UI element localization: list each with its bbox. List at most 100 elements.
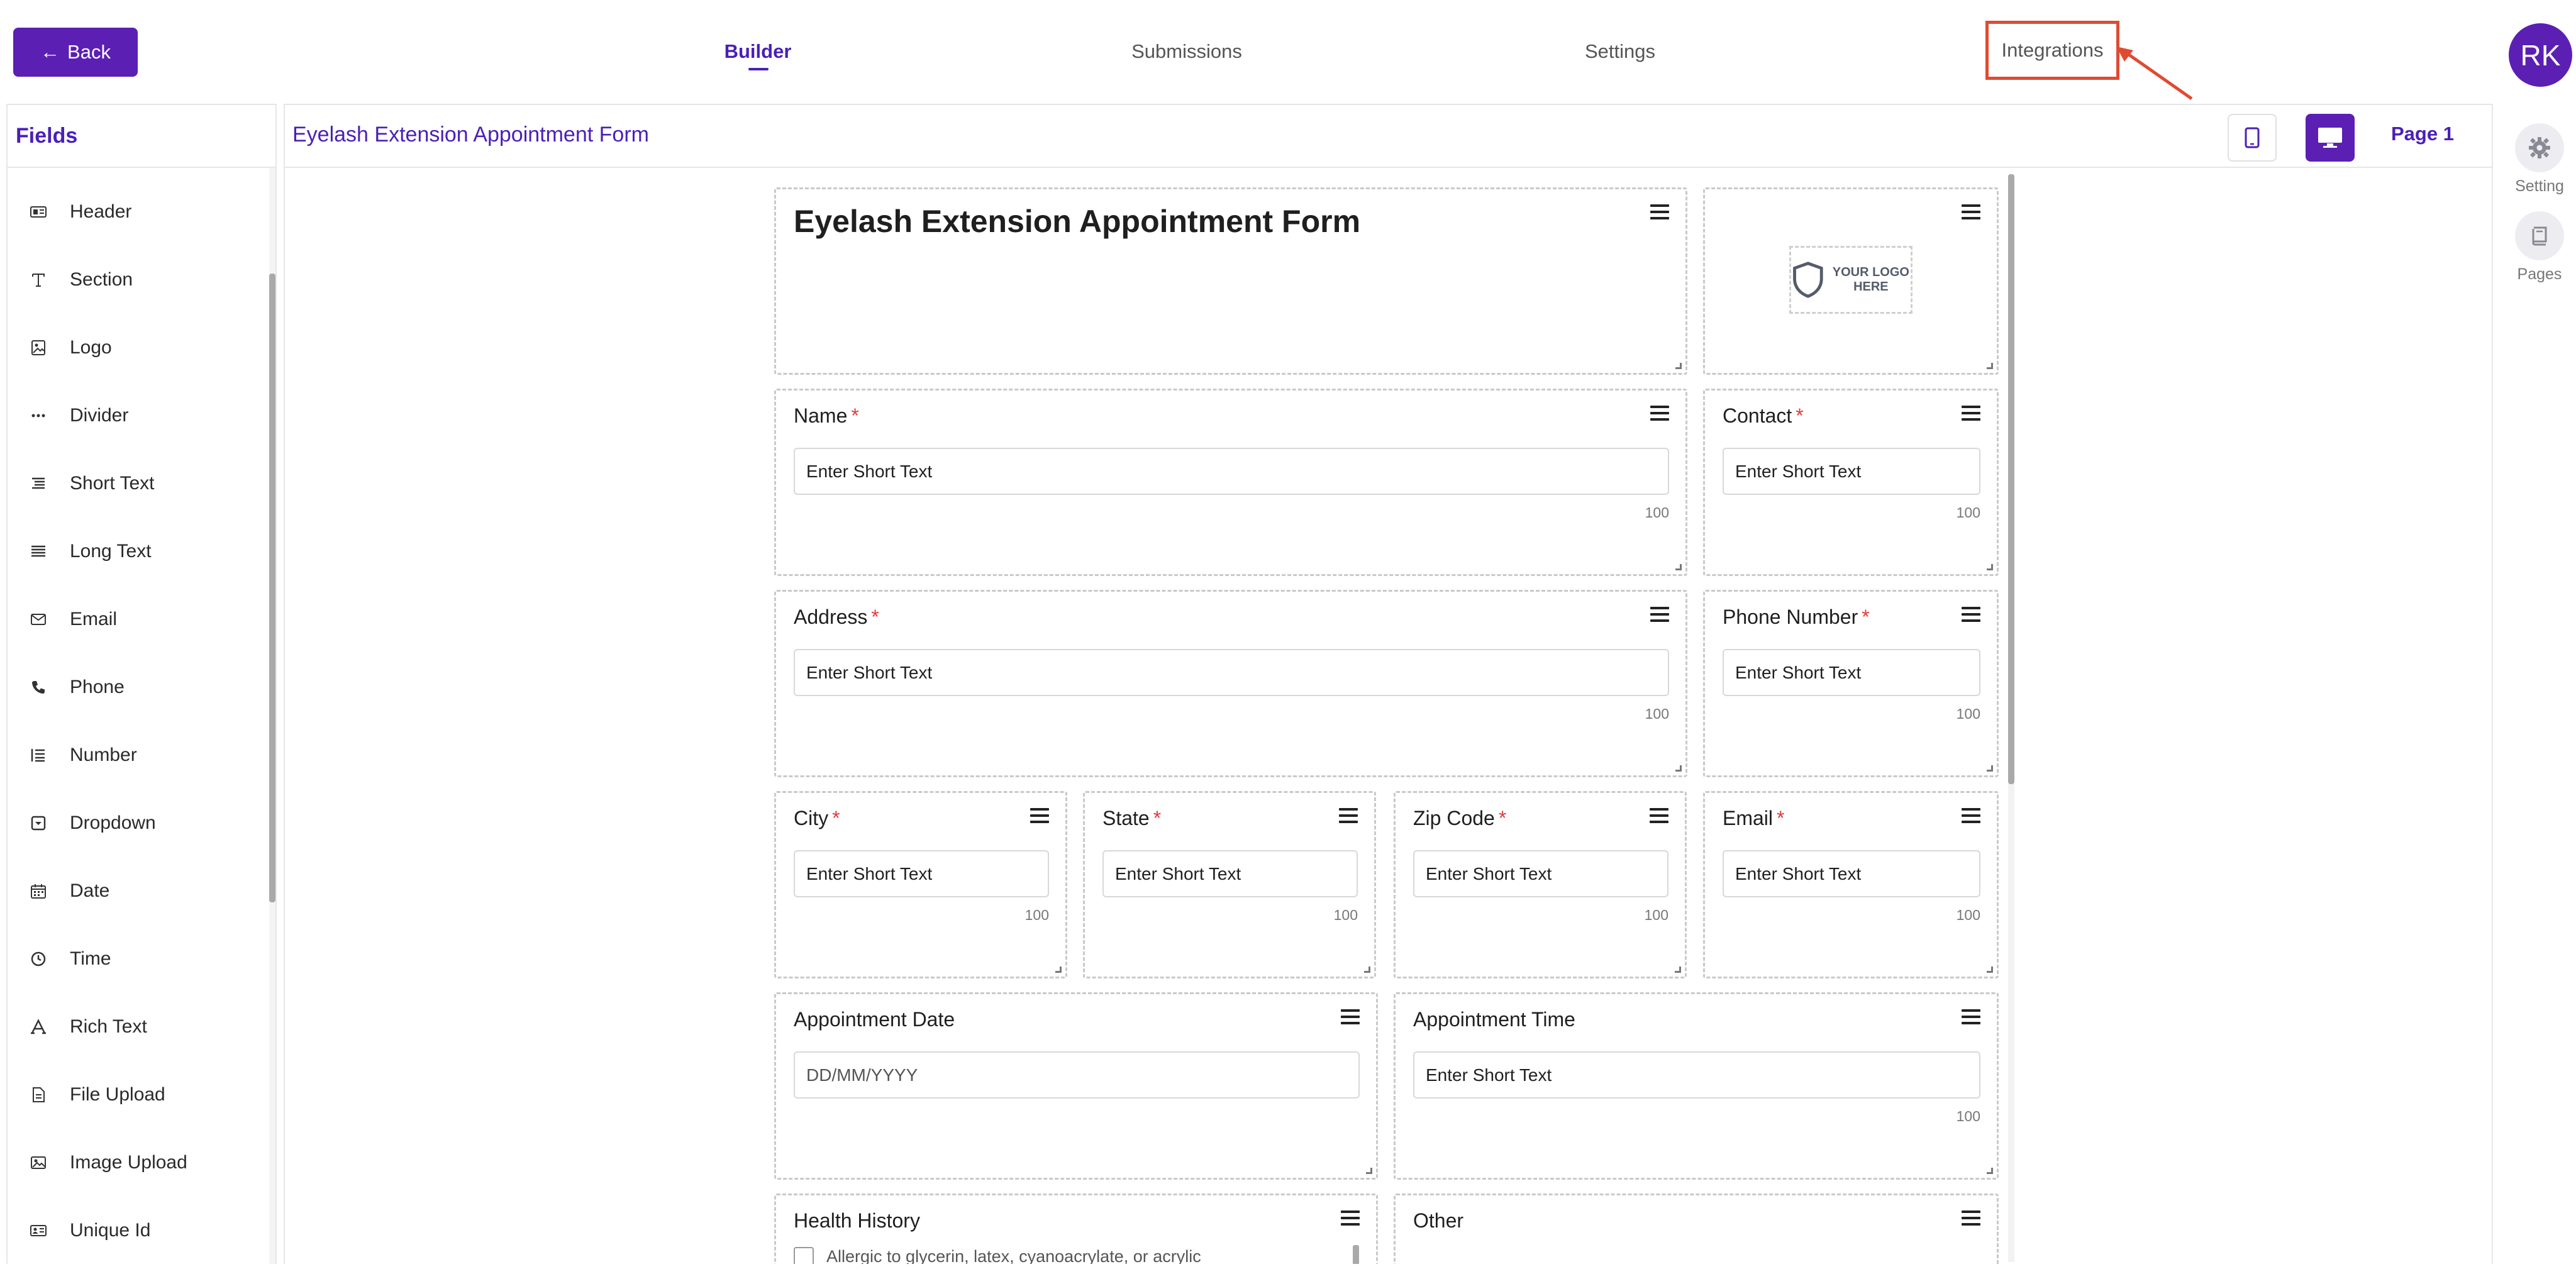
resize-handle[interactable] xyxy=(1675,967,1681,973)
field-item-email[interactable]: Email xyxy=(29,602,117,637)
calendar-icon xyxy=(29,882,48,900)
logo-placeholder-text: YOUR LOGO HERE xyxy=(1832,265,1909,294)
clock-icon xyxy=(29,950,48,968)
phone-icon xyxy=(29,678,48,697)
resize-handle[interactable] xyxy=(1055,967,1062,973)
email-field-card[interactable]: Email * Enter Short Text 100 xyxy=(1703,791,1999,978)
short-text-icon xyxy=(29,474,48,493)
resize-handle[interactable] xyxy=(1675,564,1682,570)
tab-integrations[interactable]: Integrations xyxy=(1985,21,2119,80)
resize-handle[interactable] xyxy=(1366,1168,1372,1174)
pages-rail-button[interactable]: Pages xyxy=(2514,211,2565,284)
drag-handle-icon[interactable] xyxy=(1650,607,1669,623)
page-selector[interactable]: Page 1 xyxy=(2391,123,2454,145)
appointment-date-input[interactable]: DD/MM/YYYY xyxy=(794,1051,1360,1099)
contact-field-card[interactable]: Contact * Enter Short Text 100 xyxy=(1703,389,1999,576)
tablet-view-button[interactable] xyxy=(2228,114,2277,162)
form-name: Eyelash Extension Appointment Form xyxy=(292,123,649,147)
health-history-card[interactable]: Health History Allergic to glycerin, lat… xyxy=(774,1194,1378,1274)
field-item-unique-id[interactable]: Unique Id xyxy=(29,1213,150,1248)
form-title-card[interactable]: Eyelash Extension Appointment Form xyxy=(774,187,1687,375)
field-item-dropdown[interactable]: Dropdown xyxy=(29,806,156,841)
field-item-header[interactable]: Header xyxy=(29,194,131,230)
drag-handle-icon[interactable] xyxy=(1341,1009,1360,1026)
name-field-card[interactable]: Name * Enter Short Text 100 xyxy=(774,389,1687,576)
appointment-time-label: Appointment Time xyxy=(1413,1008,1575,1031)
drag-handle-icon[interactable] xyxy=(1650,406,1669,422)
fields-scrollbar[interactable] xyxy=(269,168,275,1274)
form-scrollbar-thumb[interactable] xyxy=(2008,174,2014,784)
zip-input[interactable]: Enter Short Text xyxy=(1413,850,1668,897)
header-icon xyxy=(29,202,48,221)
tab-builder[interactable]: Builder xyxy=(717,35,799,70)
back-button[interactable]: ← Back xyxy=(13,28,138,77)
field-item-phone[interactable]: Phone xyxy=(29,670,125,705)
city-input[interactable]: Enter Short Text xyxy=(794,850,1049,897)
field-item-number[interactable]: Number xyxy=(29,738,137,773)
contact-input[interactable]: Enter Short Text xyxy=(1723,448,1980,495)
field-item-short-text[interactable]: Short Text xyxy=(29,466,155,501)
drag-handle-icon[interactable] xyxy=(1030,808,1049,824)
logo-card[interactable]: YOUR LOGO HERE xyxy=(1703,187,1999,375)
drag-handle-icon[interactable] xyxy=(1650,808,1668,824)
resize-handle[interactable] xyxy=(1987,1168,1993,1174)
resize-handle[interactable] xyxy=(1364,967,1370,973)
field-item-image-upload[interactable]: Image Upload xyxy=(29,1145,187,1180)
phone-input[interactable]: Enter Short Text xyxy=(1723,649,1980,696)
field-item-rich-text[interactable]: Rich Text xyxy=(29,1009,147,1044)
zip-field-card[interactable]: Zip Code * Enter Short Text 100 xyxy=(1394,791,1687,978)
drag-handle-icon[interactable] xyxy=(1962,1009,1980,1026)
desktop-view-button[interactable] xyxy=(2306,114,2355,162)
resize-handle[interactable] xyxy=(1987,967,1993,973)
fields-panel: Fields Header Section Logo Divider Short… xyxy=(6,104,277,1274)
required-mark: * xyxy=(871,606,879,628)
appointment-time-input[interactable]: Enter Short Text xyxy=(1413,1051,1980,1099)
field-item-time[interactable]: Time xyxy=(29,941,111,977)
drag-handle-icon[interactable] xyxy=(1962,204,1980,221)
book-icon xyxy=(2532,226,2547,246)
phone-field-card[interactable]: Phone Number * Enter Short Text 100 xyxy=(1703,590,1999,777)
drag-handle-icon[interactable] xyxy=(1962,808,1980,824)
resize-handle[interactable] xyxy=(1987,765,1993,772)
desktop-icon xyxy=(2318,128,2342,148)
avatar[interactable]: RK xyxy=(2509,23,2572,87)
drag-handle-icon[interactable] xyxy=(1962,607,1980,623)
email-field-label: Email xyxy=(1723,807,1774,829)
resize-handle[interactable] xyxy=(1675,363,1682,369)
appointment-time-card[interactable]: Appointment Time Enter Short Text 100 xyxy=(1394,992,1999,1180)
setting-rail-button[interactable]: Setting xyxy=(2514,123,2565,196)
resize-handle[interactable] xyxy=(1987,363,1993,369)
drag-handle-icon[interactable] xyxy=(1341,1210,1360,1227)
field-item-date[interactable]: Date xyxy=(29,873,109,909)
address-field-card[interactable]: Address * Enter Short Text 100 xyxy=(774,590,1687,777)
state-input[interactable]: Enter Short Text xyxy=(1102,850,1358,897)
field-item-file-upload[interactable]: File Upload xyxy=(29,1077,165,1112)
tab-submissions[interactable]: Submissions xyxy=(1123,35,1251,68)
name-input[interactable]: Enter Short Text xyxy=(794,448,1669,495)
email-input[interactable]: Enter Short Text xyxy=(1723,850,1980,897)
char-limit: 100 xyxy=(1024,907,1049,923)
char-limit: 100 xyxy=(1645,706,1669,722)
other-field-card[interactable]: Other xyxy=(1394,1194,1999,1274)
appointment-date-card[interactable]: Appointment Date DD/MM/YYYY xyxy=(774,992,1378,1180)
field-item-long-text[interactable]: Long Text xyxy=(29,534,152,569)
drag-handle-icon[interactable] xyxy=(1339,808,1358,824)
drag-handle-icon[interactable] xyxy=(1962,406,1980,422)
dropdown-icon xyxy=(29,814,48,833)
address-input[interactable]: Enter Short Text xyxy=(794,649,1669,696)
zip-field-label: Zip Code xyxy=(1413,807,1495,829)
drag-handle-icon[interactable] xyxy=(1650,204,1669,221)
field-item-divider[interactable]: Divider xyxy=(29,398,128,433)
tab-settings[interactable]: Settings xyxy=(1579,35,1662,68)
resize-handle[interactable] xyxy=(1675,765,1682,772)
state-field-card[interactable]: State * Enter Short Text 100 xyxy=(1083,791,1376,978)
field-item-logo[interactable]: Logo xyxy=(29,330,112,365)
logo-placeholder[interactable]: YOUR LOGO HERE xyxy=(1789,246,1913,314)
setting-rail-label: Setting xyxy=(2515,177,2564,195)
city-field-card[interactable]: City * Enter Short Text 100 xyxy=(774,791,1067,978)
fields-scrollbar-thumb[interactable] xyxy=(269,274,275,902)
resize-handle[interactable] xyxy=(1987,564,1993,570)
shield-icon xyxy=(1793,262,1823,298)
drag-handle-icon[interactable] xyxy=(1962,1210,1980,1227)
field-item-section[interactable]: Section xyxy=(29,262,133,297)
